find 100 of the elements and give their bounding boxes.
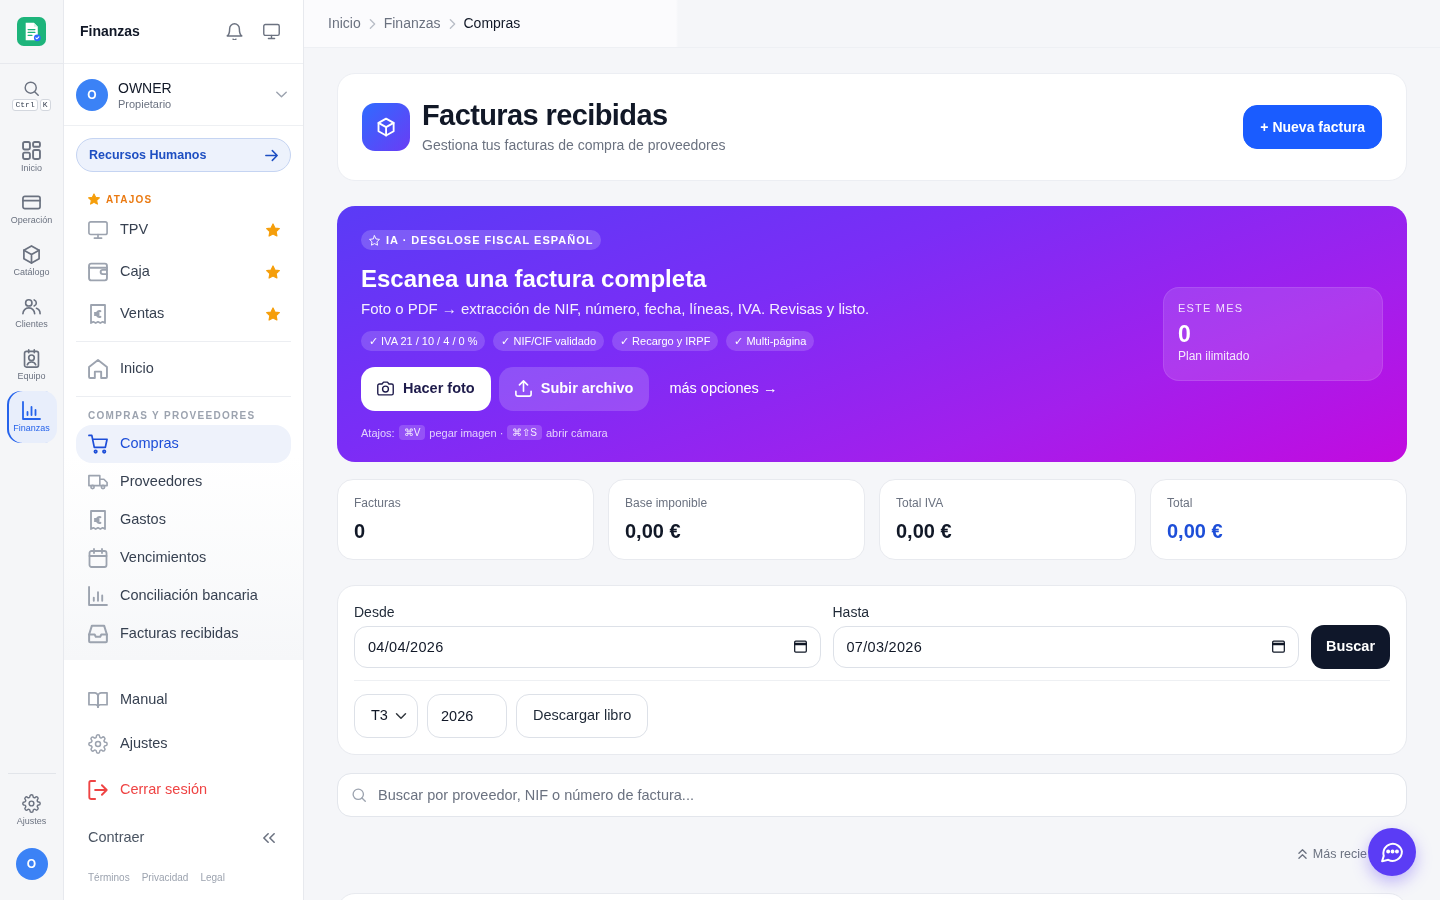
document-logo-icon[interactable] xyxy=(17,17,46,46)
usage-note: Plan ilimitado xyxy=(1178,348,1251,364)
date-field[interactable]: 07/03/2026 xyxy=(832,626,1299,668)
euro-receipt-icon xyxy=(88,510,108,530)
sidebar-item[interactable]: Compras xyxy=(76,425,291,463)
stat-value: 0,00 € xyxy=(625,519,682,543)
search-icon xyxy=(352,788,366,802)
stat-label: Base imponible xyxy=(625,496,709,511)
badge-label: IA · DESGLOSE FISCAL ESPAÑOL xyxy=(386,232,594,248)
date-field[interactable]: 04/04/2026 xyxy=(354,626,821,668)
module-link-button[interactable]: Recursos Humanos xyxy=(76,138,291,172)
banner-title: Escanea una factura completa xyxy=(361,263,708,294)
download-button[interactable]: Descargar libro xyxy=(516,694,649,738)
collapse-button[interactable]: Contraer xyxy=(76,818,291,858)
book-icon xyxy=(88,690,108,710)
arrow-right-icon xyxy=(265,148,278,162)
calendar-icon xyxy=(1272,640,1285,653)
wallet-icon xyxy=(88,262,108,282)
quarter-select[interactable]: T3 xyxy=(354,694,418,738)
user-name: OWNER xyxy=(118,78,172,97)
sort-button[interactable]: Más recie xyxy=(1297,845,1367,863)
sidebar-item[interactable]: Vencimientos xyxy=(76,539,291,577)
sidebar-item[interactable]: Caja xyxy=(76,251,291,293)
page-subtitle: Gestiona tus facturas de compra de proveedores xyxy=(422,136,726,155)
settings-icon xyxy=(22,793,41,813)
section-heading: ATAJOS xyxy=(106,192,153,207)
stat-value: 0 xyxy=(354,519,367,543)
logout-item[interactable]: Cerrar sesión xyxy=(76,770,291,810)
banner-subtitle: Foto o PDF → extracción de NIF, número, fecha, líneas, IVA. Revisas y listo. xyxy=(361,299,871,318)
chevron-right-icon xyxy=(448,18,456,29)
shortcut-action: abrir cámara xyxy=(546,425,608,441)
page-title: Facturas recibidas xyxy=(422,98,669,132)
sidebar-item[interactable]: Gastos xyxy=(76,501,291,539)
camera-icon xyxy=(377,380,394,397)
chevron-right-icon xyxy=(368,18,376,29)
star-outline-icon xyxy=(369,234,380,246)
sidebar-item[interactable]: Inicio xyxy=(76,348,291,390)
breadcrumb-link[interactable]: Finanzas xyxy=(383,13,441,34)
rail-nav-item[interactable]: Inicio xyxy=(6,131,57,183)
rail-nav-item[interactable]: Equipo xyxy=(6,339,57,391)
grid-icon xyxy=(22,140,41,160)
monitor-icon xyxy=(88,220,108,240)
search-field[interactable]: Buscar por proveedor, NIF o número de factura... xyxy=(337,773,1407,817)
people-icon xyxy=(22,296,41,316)
stat-value: 0,00 € xyxy=(1167,519,1224,543)
chat-bubble-icon xyxy=(1381,841,1403,863)
search-icon xyxy=(24,81,39,96)
sidebar-title: Finanzas xyxy=(80,22,141,41)
user-avatar: O xyxy=(76,78,108,111)
cube-icon xyxy=(362,103,410,151)
shortcut-key: K xyxy=(39,99,51,111)
truck-icon xyxy=(88,472,108,492)
section-heading: COMPRAS Y PROVEEDORES xyxy=(87,408,257,423)
inbox-icon xyxy=(88,624,108,644)
star-icon xyxy=(88,193,100,205)
logout-icon xyxy=(88,780,108,800)
usage-label: ESTE MES xyxy=(1178,301,1245,315)
usage-value: 0 xyxy=(1178,320,1192,348)
chevron-down-icon xyxy=(276,89,287,100)
rail-nav-item[interactable]: Catálogo xyxy=(6,235,57,287)
search-button[interactable]: Buscar xyxy=(1311,625,1390,669)
field-label: Desde xyxy=(354,603,396,622)
bar-chart-icon xyxy=(88,586,108,606)
upload-button[interactable]: Subir archivo xyxy=(498,366,650,411)
sidebar-item[interactable]: Proveedores xyxy=(76,463,291,501)
photo-button[interactable]: Hacer foto xyxy=(361,366,491,411)
rail-nav-item[interactable]: Clientes xyxy=(6,287,57,339)
stat-label: Total xyxy=(1167,496,1194,511)
sidebar-item[interactable]: TPV xyxy=(76,209,291,251)
calendar-icon xyxy=(88,548,108,568)
shortcut-hint-label: Atajos: xyxy=(361,425,395,441)
breadcrumb-current[interactable]: Compras xyxy=(463,13,521,34)
calendar-icon xyxy=(793,640,807,653)
sidebar-item[interactable]: Ventas xyxy=(76,293,291,335)
year-field[interactable]: 2026 xyxy=(427,694,507,738)
sidebar-item[interactable]: Facturas recibidas xyxy=(76,615,291,653)
settings-button[interactable]: Ajustes xyxy=(6,784,57,836)
feature-tag: ✓ Recargo y IRPF xyxy=(612,330,719,351)
sidebar-item[interactable]: Ajustes xyxy=(76,724,291,764)
search-button[interactable]: Ctrl K xyxy=(12,81,51,111)
rail-nav-item[interactable]: Operación xyxy=(6,183,57,235)
double-chevron-left-icon xyxy=(263,832,275,844)
cube-icon xyxy=(22,244,41,264)
field-label: Hasta xyxy=(832,603,871,622)
breadcrumb-link[interactable]: Inicio xyxy=(328,13,361,34)
user-avatar[interactable]: O xyxy=(15,848,48,880)
id-badge-icon xyxy=(22,348,41,368)
chat-button[interactable] xyxy=(1368,828,1416,876)
sidebar-item[interactable]: Manual xyxy=(76,680,291,720)
sidebar-item[interactable]: Conciliación bancaria xyxy=(76,577,291,615)
shortcut-action: pegar imagen · xyxy=(429,425,504,441)
double-chevron-up-icon xyxy=(1297,849,1307,859)
new-invoice-button[interactable]: + Nueva factura xyxy=(1243,105,1382,149)
rail-nav-item[interactable]: Finanzas xyxy=(6,391,57,443)
shortcut-key: Ctrl xyxy=(12,99,38,111)
bell-icon xyxy=(225,23,243,40)
stat-label: Total IVA xyxy=(896,496,945,511)
shortcut-key: ⌘⇧S xyxy=(507,425,542,441)
stat-value: 0,00 € xyxy=(896,519,953,543)
more-options-link[interactable]: más opciones → xyxy=(669,377,778,400)
